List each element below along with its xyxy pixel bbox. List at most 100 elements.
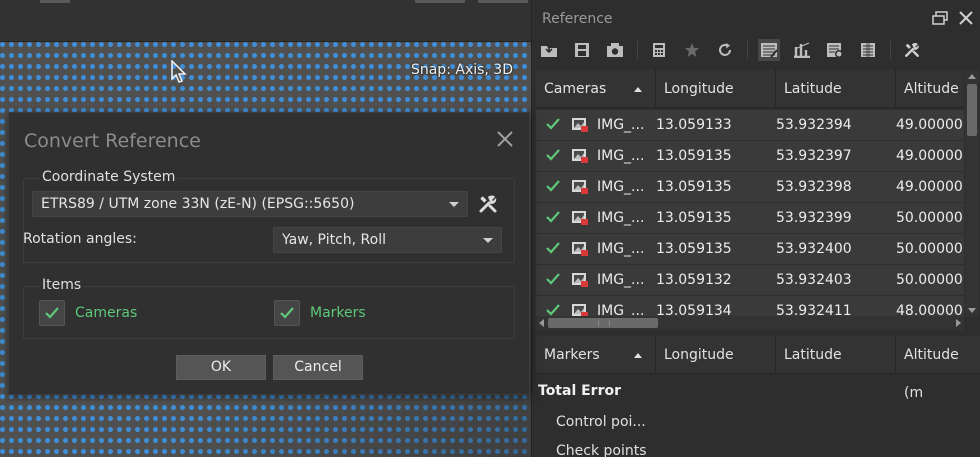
latitude-cell: 53.932400 [776, 241, 852, 257]
scroll-right-icon[interactable] [956, 319, 961, 327]
rotation-angles-label: Rotation angles: [23, 231, 137, 247]
camera-label: IMG_... [597, 117, 645, 133]
coordinate-system-select[interactable]: ETRS89 / UTM zone 33N (zE-N) (EPSG::5650… [32, 191, 468, 217]
calculator-icon[interactable] [648, 39, 670, 61]
column-header-latitude[interactable]: Latitude [776, 70, 896, 108]
checkmark-icon[interactable] [544, 115, 562, 133]
panel-title: Reference [542, 11, 613, 27]
table-row[interactable]: IMG_... 13.059133 53.932394 49.00000 [536, 110, 964, 141]
camera-image-icon [572, 273, 588, 287]
column-header-longitude[interactable]: Longitude [656, 336, 776, 374]
checkmark-icon[interactable] [544, 208, 562, 226]
table-row[interactable]: IMG_... 13.059135 53.932397 49.00000 [536, 141, 964, 172]
column-header-altitude[interactable]: Altitude (m [896, 336, 980, 401]
longitude-cell: 13.059132 [656, 272, 732, 288]
altitude-cell: 49.00000 [896, 179, 963, 195]
rotation-angles-select[interactable]: Yaw, Pitch, Roll [273, 227, 502, 253]
altitude-cell: 49.00000 [896, 148, 963, 164]
longitude-cell: 13.059135 [656, 148, 732, 164]
items-group-title: Items [40, 277, 84, 293]
longitude-cell: 13.059135 [656, 179, 732, 195]
latitude-cell: 53.932398 [776, 179, 852, 195]
altitude-cell: 48.00000 [896, 303, 963, 317]
dialog-title: Convert Reference [24, 130, 201, 152]
view-source-icon[interactable] [758, 39, 780, 61]
table-row[interactable]: IMG_... 13.059135 53.932400 50.00000 [536, 234, 964, 265]
viewport-toolbar [0, 0, 531, 42]
cancel-button[interactable]: Cancel [273, 355, 363, 380]
checkbox-box[interactable] [39, 300, 65, 326]
column-header-longitude[interactable]: Longitude [656, 70, 776, 108]
scrollbar-thumb[interactable] [967, 84, 977, 136]
tools-icon[interactable] [477, 193, 499, 215]
scroll-left-icon[interactable] [539, 319, 544, 327]
camera-label: IMG_... [597, 179, 645, 195]
table-row[interactable]: IMG_... 13.059132 53.932403 50.00000 [536, 265, 964, 296]
cameras-table-header: Cameras Longitude Latitude Altitude [536, 70, 964, 108]
checkmark-icon[interactable] [544, 301, 562, 317]
checkmark-icon[interactable] [544, 270, 562, 288]
camera-label: IMG_... [597, 241, 645, 257]
close-icon[interactable] [495, 129, 515, 149]
check-points-row[interactable]: Check points [556, 443, 647, 457]
float-window-icon[interactable] [932, 11, 948, 25]
mouse-cursor-icon [171, 60, 187, 83]
view-variance-icon[interactable] [857, 39, 879, 61]
table-row[interactable]: IMG_... 13.059135 53.932399 50.00000 [536, 203, 964, 234]
camera-label: IMG_... [597, 303, 645, 317]
column-header-cameras[interactable]: Cameras [536, 70, 656, 108]
close-icon[interactable] [958, 10, 974, 26]
checkmark-icon [280, 307, 294, 319]
checkmark-icon[interactable] [544, 239, 562, 257]
coordinate-system-value: ETRS89 / UTM zone 33N (zE-N) (EPSG::5650… [41, 196, 355, 212]
checkmark-icon[interactable] [544, 177, 562, 195]
settings-icon[interactable] [901, 39, 923, 61]
column-header-latitude[interactable]: Latitude [776, 336, 896, 374]
view-errors-icon[interactable] [791, 39, 813, 61]
vertical-scrollbar[interactable] [965, 70, 979, 317]
column-header-altitude[interactable]: Altitude [896, 70, 964, 108]
coordinate-system-group-title: Coordinate System [40, 169, 178, 185]
cameras-checkbox[interactable]: Cameras [39, 300, 137, 326]
view-estimated-icon[interactable] [824, 39, 846, 61]
panel-header: Reference [532, 0, 980, 36]
cameras-table: Cameras Longitude Latitude Altitude IMG_… [536, 70, 964, 317]
camera-image-icon [572, 118, 588, 132]
horizontal-scrollbar[interactable] [536, 316, 964, 330]
markers-checkbox-label: Markers [310, 305, 366, 321]
refresh-icon[interactable] [714, 39, 736, 61]
toolbar-separator [890, 41, 891, 59]
camera-image-icon [572, 149, 588, 163]
altitude-cell: 50.00000 [896, 210, 963, 226]
latitude-cell: 53.932397 [776, 148, 852, 164]
checkmark-icon[interactable] [544, 146, 562, 164]
scroll-down-icon[interactable] [968, 308, 976, 313]
control-points-row[interactable]: Control poi... [556, 414, 646, 430]
star-icon[interactable] [681, 39, 703, 61]
table-row[interactable]: IMG_... 13.059134 53.932411 48.00000 [536, 296, 964, 317]
latitude-cell: 53.932394 [776, 117, 852, 133]
cameras-table-body: IMG_... 13.059133 53.932394 49.00000 IMG_...… [536, 110, 964, 317]
import-icon[interactable] [538, 39, 560, 61]
latitude-cell: 53.932399 [776, 210, 852, 226]
snap-mode-label: Snap: Axis, 3D [410, 62, 513, 78]
chevron-down-icon [483, 238, 493, 243]
camera-image-icon [572, 211, 588, 225]
camera-image-icon [572, 304, 588, 317]
markers-checkbox[interactable]: Markers [274, 300, 366, 326]
total-error-heading: Total Error [538, 383, 622, 399]
checkbox-box[interactable] [274, 300, 300, 326]
ok-button[interactable]: OK [176, 355, 266, 380]
convert-icon[interactable] [604, 39, 626, 61]
markers-table-header: Markers Longitude Latitude Altitude (m [536, 336, 980, 401]
column-header-markers[interactable]: Markers [536, 336, 656, 374]
altitude-cell: 49.00000 [896, 117, 963, 133]
cameras-checkbox-label: Cameras [75, 305, 138, 321]
reference-panel: Reference Cameras Longitude Latitude Alt… [531, 0, 980, 457]
table-row[interactable]: IMG_... 13.059135 53.932398 49.00000 [536, 172, 964, 203]
scroll-up-icon[interactable] [968, 74, 976, 79]
sort-ascending-icon [634, 87, 642, 92]
camera-image-icon [572, 242, 588, 256]
longitude-cell: 13.059135 [656, 241, 732, 257]
export-icon[interactable] [571, 39, 593, 61]
